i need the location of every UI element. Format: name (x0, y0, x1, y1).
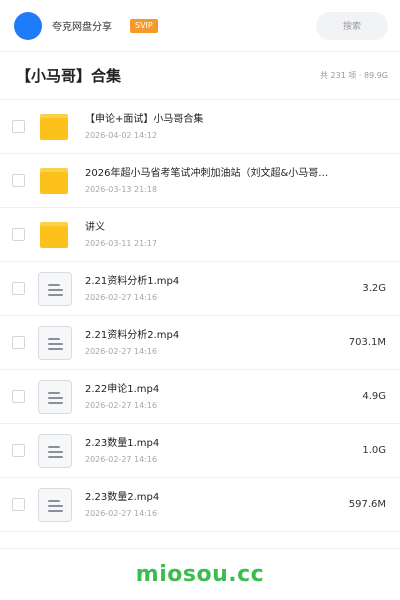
file-row[interactable]: 2.23数量2.mp4 2026-02-27 14:16 597.6M (0, 478, 400, 532)
svip-badge: SVIP (130, 18, 158, 33)
folder-summary: 共 231 项 · 89.9G (320, 71, 388, 80)
file-name: 2.21资料分析1.mp4 (85, 275, 180, 287)
folder-title: 【小马哥】合集 (16, 67, 122, 85)
file-row[interactable]: 2.23数量1.mp4 2026-02-27 14:16 1.0G (0, 424, 400, 478)
search-button[interactable]: 搜索 (316, 11, 388, 40)
file-row[interactable]: 【申论+面试】小马哥合集 2026-04-02 14:12 (0, 100, 400, 154)
file-icon (38, 487, 72, 522)
file-date: 2026-02-27 14:16 (85, 400, 158, 410)
file-size: 4.9G (362, 391, 386, 402)
file-date: 2026-03-13 21:18 (85, 184, 158, 194)
file-info: 2.22申论1.mp4 2026-02-27 14:16 (85, 383, 354, 411)
file-date: 2026-02-27 14:16 (85, 346, 158, 356)
footer: miosou.cc (0, 548, 400, 600)
folder-header: 【小马哥】合集 共 231 项 · 89.9G (0, 52, 400, 100)
file-info: 2026年超小马省考笔试冲刺加油站（刘文超&小马哥… 2026-03-13 21:… (85, 167, 386, 195)
select-checkbox[interactable] (12, 498, 25, 511)
search-label: 搜索 (342, 22, 361, 32)
select-checkbox[interactable] (12, 390, 25, 403)
top-bar: 夸克网盘分享 SVIP 搜索 (0, 0, 400, 52)
file-name: 【申论+面试】小马哥合集 (85, 113, 204, 125)
app-name: 夸克网盘分享 (52, 22, 112, 33)
file-date: 2026-02-27 14:16 (85, 292, 158, 302)
file-date: 2026-02-27 14:16 (85, 454, 158, 464)
share-page: 夸克网盘分享 SVIP 搜索 【小马哥】合集 共 231 项 · 89.9G 【… (0, 0, 400, 600)
file-info: 2.23数量2.mp4 2026-02-27 14:16 (85, 491, 341, 519)
select-checkbox[interactable] (12, 282, 25, 295)
file-row[interactable]: 2.21资料分析1.mp4 2026-02-27 14:16 3.2G (0, 262, 400, 316)
file-date: 2026-04-02 14:12 (85, 130, 158, 140)
file-name: 2.23数量2.mp4 (85, 491, 160, 503)
file-size: 3.2G (362, 283, 386, 294)
folder-icon (38, 164, 72, 198)
folder-icon (38, 218, 72, 252)
select-checkbox[interactable] (12, 444, 25, 457)
file-icon (38, 433, 72, 468)
select-checkbox[interactable] (12, 120, 25, 133)
file-list: 【申论+面试】小马哥合集 2026-04-02 14:12 2026年超小马省考笔试… (0, 100, 400, 532)
file-size: 597.6M (348, 499, 386, 510)
file-date: 2026-03-11 21:17 (85, 238, 158, 248)
file-name: 讲义 (85, 221, 105, 233)
file-icon (38, 325, 72, 360)
file-info: 2.21资料分析1.mp4 2026-02-27 14:16 (85, 275, 354, 303)
select-checkbox[interactable] (12, 336, 25, 349)
file-info: 2.21资料分析2.mp4 2026-02-27 14:16 (85, 329, 341, 357)
file-size: 703.1M (348, 337, 386, 348)
file-date: 2026-02-27 14:16 (85, 508, 158, 518)
user-avatar[interactable] (14, 11, 42, 40)
watermark: miosou.cc (135, 562, 265, 587)
file-icon (38, 271, 72, 306)
select-checkbox[interactable] (12, 228, 25, 241)
file-name: 2.22申论1.mp4 (85, 383, 160, 395)
folder-icon (38, 110, 72, 144)
file-size: 1.0G (362, 445, 386, 456)
select-checkbox[interactable] (12, 174, 25, 187)
file-info: 【申论+面试】小马哥合集 2026-04-02 14:12 (85, 113, 386, 141)
file-row[interactable]: 2026年超小马省考笔试冲刺加油站（刘文超&小马哥… 2026-03-13 21:… (0, 154, 400, 208)
file-row[interactable]: 2.22申论1.mp4 2026-02-27 14:16 4.9G (0, 370, 400, 424)
file-row[interactable]: 讲义 2026-03-11 21:17 (0, 208, 400, 262)
file-name: 2.23数量1.mp4 (85, 437, 160, 449)
file-info: 讲义 2026-03-11 21:17 (85, 221, 386, 249)
file-name: 2026年超小马省考笔试冲刺加油站（刘文超&小马哥… (85, 167, 329, 179)
file-info: 2.23数量1.mp4 2026-02-27 14:16 (85, 437, 354, 465)
file-row[interactable]: 2.21资料分析2.mp4 2026-02-27 14:16 703.1M (0, 316, 400, 370)
file-name: 2.21资料分析2.mp4 (85, 329, 180, 341)
file-icon (38, 379, 72, 414)
